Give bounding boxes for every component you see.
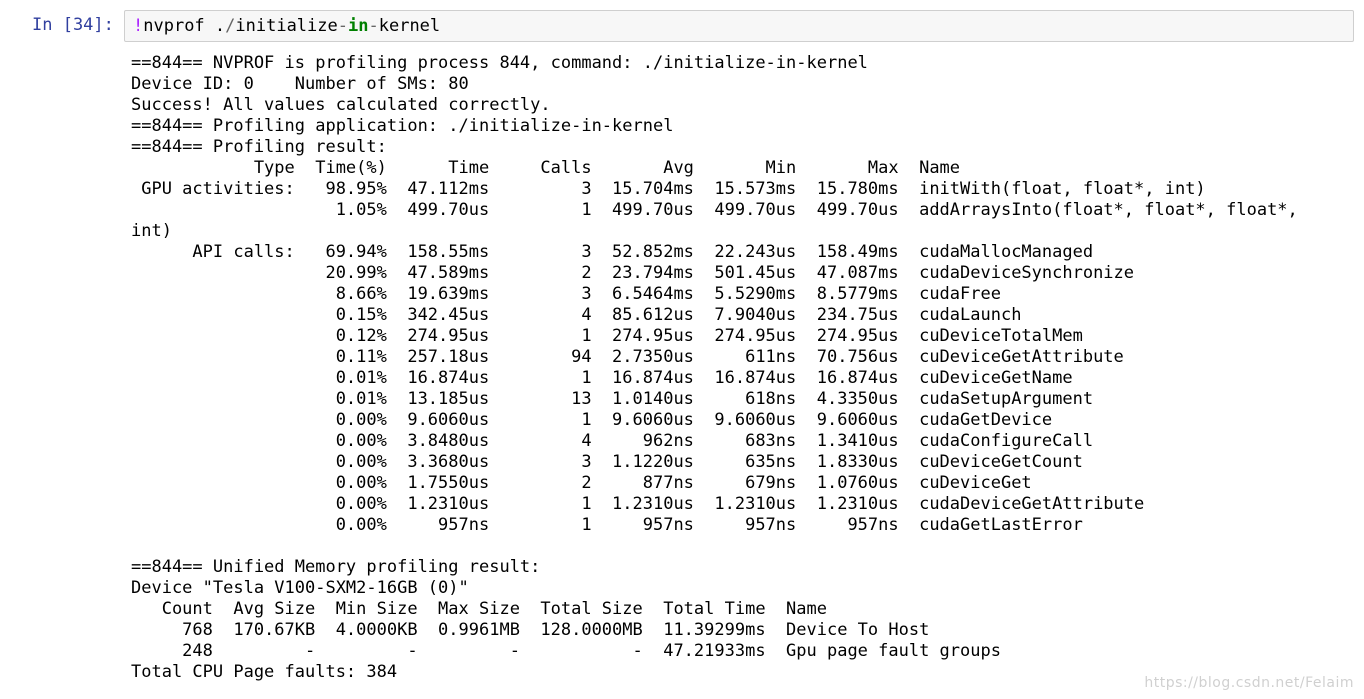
code-input-area[interactable]: !nvprof ./initialize-in-kernel [124,10,1354,42]
keyword-in: in [348,16,369,36]
table-row: 0.01% 13.185us 13 1.0140us 618ns 4.3350u… [131,389,1094,409]
table-row: 248 - - - - 47.21933ms Gpu page fault gr… [131,641,1001,661]
code-line[interactable]: !nvprof ./initialize-in-kernel [133,15,440,37]
table-row: 0.00% 9.6060us 1 9.6060us 9.6060us 9.606… [131,410,1053,430]
output-line: ==844== Unified Memory profiling result: [131,557,541,577]
cell-output: ==844== NVPROF is profiling process 844,… [131,53,1298,683]
output-line: Device "Tesla V100-SXM2-16GB (0)" [131,578,469,598]
table-row: 8.66% 19.639ms 3 6.5464ms 5.5290ms 8.577… [131,284,1001,304]
table-row: API calls: 69.94% 158.55ms 3 52.852ms 22… [131,242,1094,262]
output-line: ==844== Profiling application: ./initial… [131,116,674,136]
path-slash: / [225,16,236,36]
output-line: Total CPU Page faults: 384 [131,662,398,682]
table-row: 0.00% 1.7550us 2 877ns 679ns 1.0760us cu… [131,473,1032,493]
table-row-wrap: int) [131,221,172,241]
table-row: 0.00% 3.8480us 4 962ns 683ns 1.3410us cu… [131,431,1094,451]
notebook-code-cell: In [34]: !nvprof ./initialize-in-kernel … [0,0,1364,699]
table-header: Type Time(%) Time Calls Avg Min Max Name [131,158,961,178]
table-header: Count Avg Size Min Size Max Size Total S… [131,599,827,619]
output-line: ==844== Profiling result: [131,137,387,157]
shell-bang: ! [133,16,144,36]
table-row: 0.00% 957ns 1 957ns 957ns 957ns cudaGetL… [131,515,1083,535]
output-line: Device ID: 0 Number of SMs: 80 [131,74,469,94]
dash-2: - [368,16,379,36]
command-text-3: kernel [378,16,441,36]
table-row: 0.01% 16.874us 1 16.874us 16.874us 16.87… [131,368,1073,388]
input-prompt: In [34]: [32,15,114,35]
output-line: ==844== NVPROF is profiling process 844,… [131,53,868,73]
table-row: 0.15% 342.45us 4 85.612us 7.9040us 234.7… [131,305,1022,325]
command-text-2: initialize [235,16,338,36]
output-line: Success! All values calculated correctly… [131,95,551,115]
table-row: 20.99% 47.589ms 2 23.794ms 501.45us 47.0… [131,263,1135,283]
dash-1: - [337,16,348,36]
table-row: 0.12% 274.95us 1 274.95us 274.95us 274.9… [131,326,1083,346]
table-row: 1.05% 499.70us 1 499.70us 499.70us 499.7… [131,200,1298,220]
table-row: 0.00% 1.2310us 1 1.2310us 1.2310us 1.231… [131,494,1145,514]
table-row: 0.11% 257.18us 94 2.7350us 611ns 70.756u… [131,347,1124,367]
watermark: https://blog.csdn.net/Felaim [1144,675,1354,691]
command-text: nvprof . [143,16,226,36]
table-row: 0.00% 3.3680us 3 1.1220us 635ns 1.8330us… [131,452,1083,472]
table-row: 768 170.67KB 4.0000KB 0.9961MB 128.0000M… [131,620,930,640]
table-row: GPU activities: 98.95% 47.112ms 3 15.704… [131,179,1206,199]
